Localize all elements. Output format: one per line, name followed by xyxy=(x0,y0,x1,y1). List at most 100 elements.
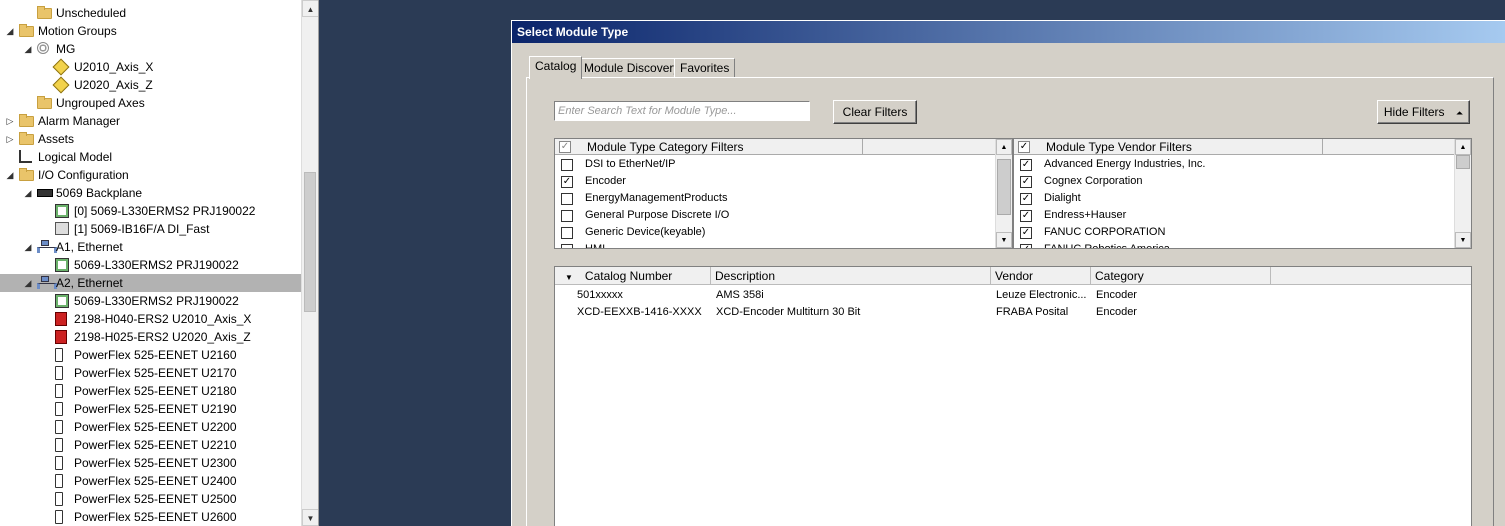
vendor-filter-item[interactable]: ✓ FANUC CORPORATION xyxy=(1014,224,1471,241)
collapse-arrow-icon[interactable]: ◢ xyxy=(5,22,15,40)
tree-item[interactable]: PowerFlex 525-EENET U2180 xyxy=(0,382,301,400)
clear-filters-button[interactable]: Clear Filters xyxy=(833,100,917,124)
scrollbar-thumb[interactable] xyxy=(997,159,1011,215)
tree-item[interactable]: U2010_Axis_X xyxy=(0,58,301,76)
vendor-filter-checkbox[interactable]: ✓ xyxy=(1020,176,1032,188)
category-filter-rows: DSI to EtherNet/IP ✓ Encoder EnergyManageme… xyxy=(555,156,1012,248)
tree-item-label: Logical Model xyxy=(38,150,113,164)
vendor-filter-checkbox[interactable]: ✓ xyxy=(1020,244,1032,248)
tree-item[interactable]: U2020_Axis_Z xyxy=(0,76,301,94)
category-filter-item[interactable]: EnergyManagementProducts xyxy=(555,190,1012,207)
tree-item[interactable]: ▷ Assets xyxy=(0,130,301,148)
category-filter-item[interactable]: HMI xyxy=(555,241,1012,248)
tree-item[interactable]: 2198-H025-ERS2 U2020_Axis_Z xyxy=(0,328,301,346)
tree-item[interactable]: 2198-H040-ERS2 U2010_Axis_X xyxy=(0,310,301,328)
tree-item[interactable]: ▷ Alarm Manager xyxy=(0,112,301,130)
category-filter-item[interactable]: DSI to EtherNet/IP xyxy=(555,156,1012,173)
collapse-arrow-icon[interactable]: ◢ xyxy=(23,274,33,292)
vendor-filter-item[interactable]: ✓ Cognex Corporation xyxy=(1014,173,1471,190)
scroll-down-arrow-icon[interactable]: ▼ xyxy=(302,509,318,526)
vendor-filter-item[interactable]: ✓ Dialight xyxy=(1014,190,1471,207)
category-filter-checkbox[interactable] xyxy=(561,193,573,205)
tree-item[interactable]: Logical Model xyxy=(0,148,301,166)
tree-item[interactable]: [1] 5069-IB16F/A DI_Fast xyxy=(0,220,301,238)
tree-item[interactable]: ◢ 5069 Backplane xyxy=(0,184,301,202)
tree-item[interactable]: PowerFlex 525-EENET U2190 xyxy=(0,400,301,418)
drive-icon xyxy=(55,312,67,326)
vendor-filter-checkbox[interactable]: ✓ xyxy=(1020,227,1032,239)
tree-item[interactable]: 5069-L330ERMS2 PRJ190022 xyxy=(0,256,301,274)
tree-item-label: U2020_Axis_Z xyxy=(74,78,153,92)
module-search-input[interactable] xyxy=(554,101,810,121)
tree-item[interactable]: PowerFlex 525-EENET U2600 xyxy=(0,508,301,526)
tree-item-label: PowerFlex 525-EENET U2500 xyxy=(74,492,237,506)
category-filter-item[interactable]: ✓ Encoder xyxy=(555,173,1012,190)
tab-module-discovery[interactable]: Module Discovery xyxy=(578,58,686,78)
tree-item[interactable]: Ungrouped Axes xyxy=(0,94,301,112)
tree-item[interactable]: ◢ A1, Ethernet xyxy=(0,238,301,256)
table-row[interactable]: XCD-EEXXB-1416-XXXX XCD-Encoder Multiturn… xyxy=(555,304,1471,321)
collapse-arrow-icon[interactable]: ◢ xyxy=(23,184,33,202)
tree-item[interactable]: PowerFlex 525-EENET U2200 xyxy=(0,418,301,436)
scrollbar-thumb[interactable] xyxy=(1456,155,1470,169)
vendor-filter-checkbox[interactable]: ✓ xyxy=(1020,193,1032,205)
vendor-filter-checkbox[interactable]: ✓ xyxy=(1020,159,1032,171)
tab-label: Favorites xyxy=(680,61,730,75)
tree-item[interactable]: PowerFlex 525-EENET U2400 xyxy=(0,472,301,490)
tree-item[interactable]: PowerFlex 525-EENET U2170 xyxy=(0,364,301,382)
category-filter-checkbox[interactable] xyxy=(561,210,573,222)
scroll-up-arrow-icon[interactable]: ▲ xyxy=(996,139,1012,155)
tree-item[interactable]: ◢ I/O Configuration xyxy=(0,166,301,184)
category-filter-item[interactable]: Generic Device(keyable) xyxy=(555,224,1012,241)
tree-item[interactable]: PowerFlex 525-EENET U2210 xyxy=(0,436,301,454)
scrollbar-thumb[interactable] xyxy=(304,172,316,312)
hide-filters-button[interactable]: Hide Filters ⏶ xyxy=(1377,100,1470,124)
scroll-down-arrow-icon[interactable]: ▼ xyxy=(996,232,1012,248)
vendor-filters-header-label: Module Type Vendor Filters xyxy=(1046,140,1192,154)
scroll-up-arrow-icon[interactable]: ▲ xyxy=(1455,139,1471,155)
category-filter-checkbox[interactable] xyxy=(561,159,573,171)
powerflex-icon xyxy=(55,366,63,380)
vendor-select-all-checkbox[interactable]: ✓ xyxy=(1018,141,1030,153)
tree-item[interactable]: Unscheduled xyxy=(0,4,301,22)
tab-favorites[interactable]: Favorites xyxy=(674,58,736,78)
tree-item[interactable]: 5069-L330ERMS2 PRJ190022 xyxy=(0,292,301,310)
vendor-filter-item[interactable]: ✓ Advanced Energy Industries, Inc. xyxy=(1014,156,1471,173)
scroll-up-arrow-icon[interactable]: ▲ xyxy=(302,0,318,17)
folder-icon xyxy=(37,6,52,19)
tree-item[interactable]: ◢ A2, Ethernet xyxy=(0,274,301,292)
category-filter-item[interactable]: General Purpose Discrete I/O xyxy=(555,207,1012,224)
tree-item-label: PowerFlex 525-EENET U2600 xyxy=(74,510,237,524)
expand-arrow-icon[interactable]: ▷ xyxy=(5,112,15,130)
category-filter-label: DSI to EtherNet/IP xyxy=(585,158,676,170)
vendor-filter-item[interactable]: ✓ FANUC Robotics America xyxy=(1014,241,1471,248)
scroll-down-arrow-icon[interactable]: ▼ xyxy=(1455,232,1471,248)
vendor-filter-item[interactable]: ✓ Endress+Hauser xyxy=(1014,207,1471,224)
category-filter-checkbox[interactable] xyxy=(561,244,573,248)
tree-item[interactable]: PowerFlex 525-EENET U2500 xyxy=(0,490,301,508)
tree-item[interactable]: ◢ Motion Groups xyxy=(0,22,301,40)
column-header-description[interactable]: Description xyxy=(711,267,991,285)
vendor-filter-label: FANUC CORPORATION xyxy=(1044,226,1166,238)
tree-item[interactable]: [0] 5069-L330ERMS2 PRJ190022 xyxy=(0,202,301,220)
tree-item[interactable]: PowerFlex 525-EENET U2160 xyxy=(0,346,301,364)
collapse-arrow-icon[interactable]: ◢ xyxy=(5,166,15,184)
tree-vertical-scrollbar[interactable]: ▲ ▼ xyxy=(301,0,318,526)
category-select-all-checkbox[interactable]: ✓ xyxy=(559,141,571,153)
tab-catalog[interactable]: Catalog xyxy=(529,56,583,79)
category-filter-checkbox[interactable] xyxy=(561,227,573,239)
vendor-filter-checkbox[interactable]: ✓ xyxy=(1020,210,1032,222)
collapse-arrow-icon[interactable]: ◢ xyxy=(23,40,33,58)
category-filters-scrollbar[interactable]: ▲ ▼ xyxy=(995,139,1012,248)
category-filter-checkbox[interactable]: ✓ xyxy=(561,176,573,188)
column-header-catalog-number[interactable]: ▼ Catalog Number xyxy=(555,267,711,285)
expand-arrow-icon[interactable]: ▷ xyxy=(5,130,15,148)
column-header-category[interactable]: Category xyxy=(1091,267,1271,285)
table-row[interactable]: 501xxxxx AMS 358i Leuze Electronic... Encod… xyxy=(555,287,1471,304)
vendor-filters-scrollbar[interactable]: ▲ ▼ xyxy=(1454,139,1471,248)
collapse-arrow-icon[interactable]: ◢ xyxy=(23,238,33,256)
hide-filters-label: Hide Filters xyxy=(1383,105,1445,119)
tree-item[interactable]: ◢ MG xyxy=(0,40,301,58)
tree-item[interactable]: PowerFlex 525-EENET U2300 xyxy=(0,454,301,472)
column-header-vendor[interactable]: Vendor xyxy=(991,267,1091,285)
